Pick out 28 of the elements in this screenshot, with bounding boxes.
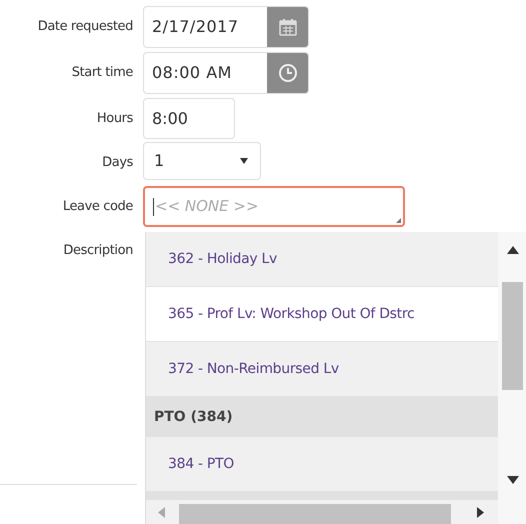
field-label: Days <box>101 154 134 172</box>
time-field[interactable]: 08:00 AM <box>143 52 309 94</box>
scroll-down-icon[interactable] <box>507 476 519 484</box>
calendar-icon <box>278 18 296 36</box>
clock-button[interactable] <box>267 53 308 93</box>
field-label: Date requested <box>36 18 134 36</box>
scrollbar-thumb[interactable] <box>502 282 523 390</box>
leave-code-option[interactable]: 372 - Non-Reimbursed Lv <box>146 342 498 397</box>
field-label: Hours <box>96 110 134 128</box>
caret-icon <box>240 158 248 164</box>
days-select[interactable]: 1 <box>143 142 261 180</box>
clock-icon <box>278 63 298 83</box>
resize-grip-icon <box>396 218 401 223</box>
scrollbar-thumb[interactable] <box>179 504 451 524</box>
horizontal-scrollbar[interactable] <box>146 500 498 524</box>
leave-code-option[interactable]: 362 - Holiday Lv <box>146 232 498 287</box>
scroll-left-icon[interactable] <box>158 507 165 518</box>
leave-code-option[interactable]: 365 - Prof Lv: Workshop Out Of Dstrc <box>146 287 498 342</box>
leave-code-option[interactable]: 384 - PTO <box>146 437 498 492</box>
date-field[interactable]: 2/17/2017 <box>143 6 309 48</box>
scroll-right-icon[interactable] <box>477 507 484 518</box>
field-label: Start time <box>70 64 134 82</box>
group-header: PTO (384) <box>146 397 498 437</box>
field-label: Description <box>62 242 134 260</box>
calendar-button[interactable] <box>267 7 308 47</box>
scroll-up-icon[interactable] <box>507 246 519 254</box>
hours-field[interactable]: 8:00 <box>143 98 235 139</box>
field-label: Leave code <box>62 198 134 216</box>
